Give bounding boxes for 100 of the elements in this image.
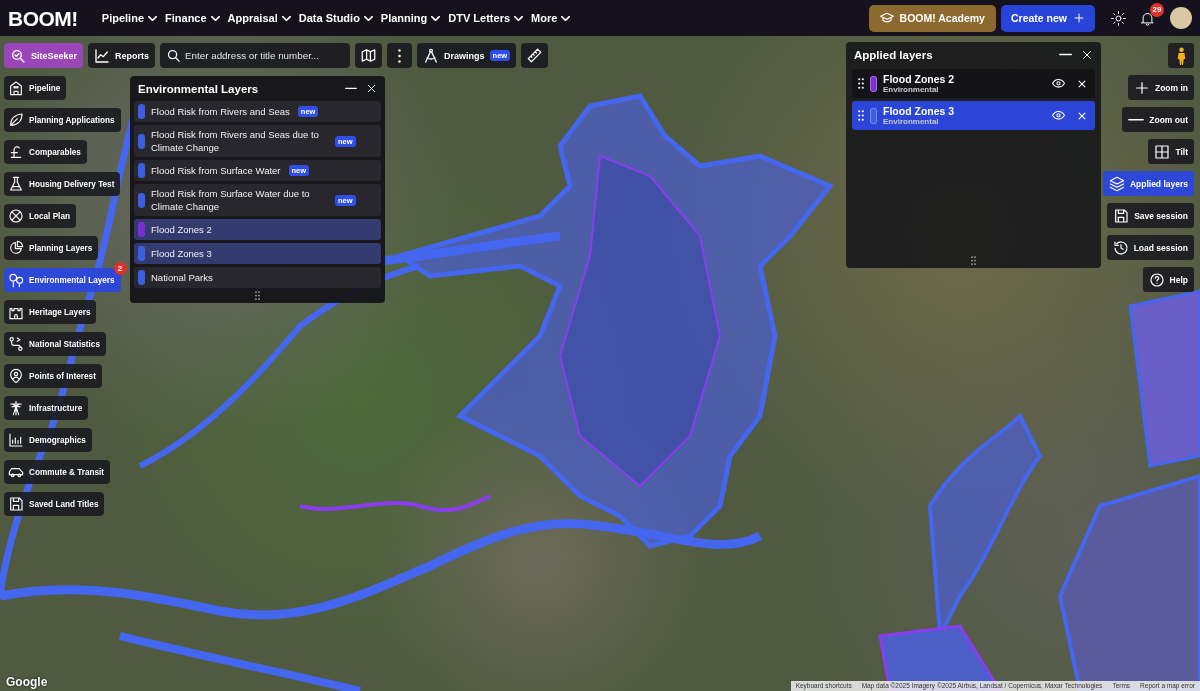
- nav-menu-button[interactable]: Pipeline: [101, 12, 157, 24]
- chevron-down-icon: [148, 15, 157, 21]
- nav-menu-button[interactable]: More: [531, 12, 571, 24]
- visibility-eye-icon[interactable]: [1052, 79, 1065, 88]
- graduation-cap-icon: [879, 11, 894, 25]
- nav-menu-button[interactable]: Data Studio: [298, 12, 373, 24]
- nav-menu-button[interactable]: Finance: [165, 12, 220, 24]
- layer-name: Flood Zones 3: [151, 247, 212, 260]
- search-icon: [166, 48, 182, 63]
- grid-icon: [1154, 143, 1171, 160]
- visibility-eye-icon[interactable]: [1052, 111, 1065, 120]
- ruler-icon: [527, 48, 543, 63]
- reports-button[interactable]: Reports: [88, 43, 156, 68]
- chevron-down-icon: [514, 15, 524, 21]
- search-check-icon: [10, 47, 26, 64]
- sun-icon[interactable]: [1111, 10, 1126, 26]
- sidebar-item[interactable]: Demographics: [4, 428, 92, 452]
- resize-handle-icon[interactable]: [255, 291, 260, 300]
- flask-icon: [8, 176, 24, 192]
- layer-name: Flood Risk from Surface Water due to Climate Change: [151, 187, 311, 213]
- chevron-down-icon: [363, 15, 373, 21]
- map-control-button[interactable]: Load session: [1106, 235, 1194, 260]
- sidebar-item[interactable]: Infrastructure: [4, 396, 89, 420]
- applied-layer-item[interactable]: Flood Zones 3 Environmental: [852, 101, 1095, 130]
- boom-logo[interactable]: BOOM!: [8, 7, 78, 29]
- minimize-icon[interactable]: [1059, 53, 1072, 56]
- ruler-button[interactable]: [521, 43, 549, 68]
- layer-category: Environmental: [883, 116, 939, 127]
- academy-button[interactable]: BOOM! Academy: [868, 4, 996, 32]
- history-icon: [1112, 239, 1129, 256]
- sidebar-item[interactable]: Saved Land Titles: [4, 492, 105, 516]
- nav-menu-button[interactable]: Planning: [380, 12, 441, 24]
- map-view-button[interactable]: [355, 43, 383, 68]
- more-options-button[interactable]: [387, 43, 413, 68]
- layer-name: Flood Risk from Surface Water: [151, 164, 281, 177]
- sidebar-item[interactable]: Planning Layers: [4, 236, 99, 260]
- pound-sign-icon: [8, 144, 24, 160]
- line-chart-icon: [94, 47, 111, 64]
- map-control-button[interactable]: Help: [1142, 267, 1194, 292]
- layer-name: Flood Zones 2: [883, 72, 955, 85]
- panel-title: Environmental Layers: [138, 82, 260, 95]
- layer-name: Flood Risk from Rivers and Seas due to Climate Change: [151, 128, 320, 154]
- help-icon: [1148, 271, 1165, 288]
- remove-icon[interactable]: [1077, 78, 1087, 89]
- layer-name: Flood Zones 2: [151, 223, 212, 236]
- close-icon[interactable]: [1081, 48, 1093, 61]
- google-logo: Google: [6, 675, 48, 689]
- sidebar-item[interactable]: Housing Delivery Test: [4, 172, 121, 196]
- location-person-icon: [8, 368, 24, 384]
- pegman-icon: [1176, 46, 1186, 65]
- layer-name: Flood Risk from Rivers and Seas: [151, 105, 290, 118]
- leaf-icon: [8, 112, 24, 128]
- map-control-button[interactable]: Tilt: [1148, 139, 1194, 164]
- map-control-button[interactable]: Zoom out: [1122, 107, 1194, 132]
- save-icon: [8, 496, 24, 512]
- sidebar-item[interactable]: Pipeline: [4, 76, 67, 100]
- nav-menu-button[interactable]: Appraisal: [227, 12, 291, 24]
- remove-icon[interactable]: [1077, 110, 1087, 121]
- sidebar-item[interactable]: National Statistics: [4, 332, 106, 356]
- map-control-button[interactable]: Save session: [1107, 203, 1194, 228]
- plus-icon: [1073, 12, 1085, 24]
- layer-list-item[interactable]: National Parks: [134, 267, 381, 288]
- siteseeker-button[interactable]: SiteSeeker: [4, 43, 84, 68]
- chevron-down-icon: [281, 15, 291, 21]
- sidebar-item[interactable]: Points of Interest: [4, 364, 102, 388]
- minimize-icon[interactable]: [345, 87, 357, 90]
- map-control-button[interactable]: Applied layers: [1102, 171, 1194, 196]
- house-icon: [8, 80, 24, 96]
- user-avatar[interactable]: [1170, 7, 1192, 29]
- sidebar-item[interactable]: Planning Applications: [4, 108, 121, 132]
- applied-layer-item[interactable]: Flood Zones 2 Environmental: [852, 69, 1095, 98]
- sidebar-item[interactable]: Heritage Layers: [4, 300, 97, 324]
- sidebar-item[interactable]: Local Plan: [4, 204, 76, 228]
- plus-icon: [1133, 79, 1150, 96]
- notification-bell-icon[interactable]: [1140, 10, 1155, 26]
- layer-category: Environmental: [883, 84, 939, 95]
- route-icon: [8, 336, 24, 352]
- drawing-compass-icon: [423, 47, 440, 64]
- resize-handle-icon[interactable]: [971, 256, 976, 265]
- drag-handle-icon[interactable]: [858, 78, 864, 89]
- more-vertical-icon: [398, 48, 402, 63]
- layer-list-item[interactable]: Flood Zones 2: [134, 219, 381, 240]
- sidebar-item[interactable]: Comparables: [4, 140, 87, 164]
- trees-icon: [8, 272, 24, 288]
- folded-map-icon: [361, 48, 377, 63]
- close-icon[interactable]: [366, 83, 377, 94]
- street-view-button[interactable]: [1168, 43, 1194, 68]
- pie-chart-icon: [8, 240, 24, 256]
- notification-count-badge: 29: [1150, 2, 1164, 17]
- drag-handle-icon[interactable]: [858, 110, 864, 121]
- layer-name: National Parks: [151, 271, 213, 284]
- create-new-button[interactable]: Create new: [1000, 4, 1095, 32]
- map-control-button[interactable]: Zoom in: [1127, 75, 1194, 100]
- chevron-down-icon: [431, 15, 441, 21]
- layer-list-item[interactable]: Flood Zones 3: [134, 243, 381, 264]
- search-field[interactable]: Enter address or title number...: [160, 43, 351, 68]
- bar-chart-icon: [8, 432, 24, 448]
- sidebar-item[interactable]: Commute & Transit: [4, 460, 111, 484]
- panel-title: Applied layers: [854, 48, 934, 61]
- nav-menu-button[interactable]: DTV Letters: [448, 12, 524, 24]
